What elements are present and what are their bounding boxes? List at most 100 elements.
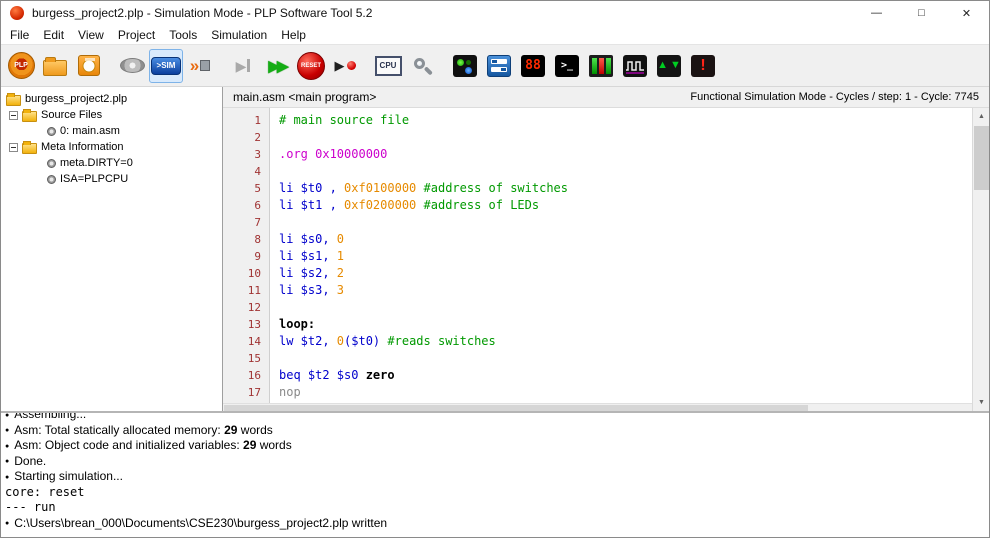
interrupt-button[interactable]: !: [686, 49, 720, 83]
gpio-arrows-icon: ▲▼: [657, 55, 681, 77]
code-line-2[interactable]: 2: [223, 129, 972, 146]
code-line-12[interactable]: 12: [223, 299, 972, 316]
line-number: 14: [223, 333, 269, 350]
switches-button[interactable]: [482, 49, 516, 83]
tree-isa[interactable]: ISA=PLPCPU: [1, 171, 222, 187]
seven-segment-button[interactable]: 88: [516, 49, 550, 83]
code-line-9[interactable]: 9li $s1, 1: [223, 248, 972, 265]
tree-meta-dirty[interactable]: meta.DIRTY=0: [1, 155, 222, 171]
expander-icon[interactable]: [9, 111, 18, 120]
run-icon: ▶▶: [268, 57, 285, 75]
code-text: # main source file: [269, 112, 409, 129]
code-text: li $s2, 2: [269, 265, 344, 282]
main-area: burgess_project2.plpSource Files 0: main.…: [1, 87, 989, 411]
code-text: li $t0 , 0xf0100000 #address of switches: [269, 180, 568, 197]
code-text: .org 0x10000000: [269, 146, 387, 163]
code-line-4[interactable]: 4: [223, 163, 972, 180]
gpio-button[interactable]: ▲▼: [652, 49, 686, 83]
led-bank-button[interactable]: [584, 49, 618, 83]
editor-vertical-scrollbar[interactable]: ▲ ▼: [972, 108, 989, 411]
folder-icon: [22, 111, 37, 122]
tree-main-asm[interactable]: 0: main.asm: [1, 123, 222, 139]
save-project-button[interactable]: [72, 49, 106, 83]
code-line-16[interactable]: 16beq $t2 $s0 zero: [223, 367, 972, 384]
code-line-8[interactable]: 8li $s0, 0: [223, 231, 972, 248]
bullet-icon: ●: [5, 520, 9, 527]
code-text: li $t1 , 0xf0200000 #address of LEDs: [269, 197, 539, 214]
code-line-14[interactable]: 14lw $t2, 0($t0) #reads switches: [223, 333, 972, 350]
scroll-up-icon[interactable]: ▲: [973, 108, 990, 125]
interrupt-icon: !: [691, 55, 715, 77]
simulation-status: Functional Simulation Mode - Cycles / st…: [690, 91, 979, 103]
watcher-window-button[interactable]: [405, 49, 439, 83]
menu-tools[interactable]: Tools: [162, 26, 204, 44]
output-line: ●Starting simulation...: [5, 469, 985, 485]
scrollbar-thumb[interactable]: [974, 126, 989, 190]
menu-edit[interactable]: Edit: [36, 26, 71, 44]
menu-project[interactable]: Project: [111, 26, 162, 44]
code-line-10[interactable]: 10li $s2, 2: [223, 265, 972, 282]
plp-window: burgess_project2.plp - Simulation Mode -…: [0, 0, 990, 538]
output-line: ●C:\Users\brean_000\Documents\CSE230\bur…: [5, 516, 985, 532]
scroll-down-icon[interactable]: ▼: [973, 394, 990, 411]
menu-file[interactable]: File: [3, 26, 36, 44]
bullet-icon: ●: [5, 427, 9, 434]
menu-simulation[interactable]: Simulation: [204, 26, 274, 44]
editor-horizontal-scrollbar[interactable]: [223, 403, 972, 411]
code-text: [269, 299, 279, 316]
step-button[interactable]: ▶: [226, 49, 260, 83]
close-button[interactable]: ✕: [944, 1, 989, 25]
toolbar: PLP>SIM»▶▶▶RESET▶CPU88>_▲▼!: [1, 45, 989, 87]
assemble-button[interactable]: [115, 49, 149, 83]
minimize-button[interactable]: —: [854, 1, 899, 25]
tree-item-label: 0: main.asm: [60, 125, 120, 137]
uart-terminal-button[interactable]: >_: [550, 49, 584, 83]
code-text: [269, 350, 279, 367]
code-line-7[interactable]: 7: [223, 214, 972, 231]
tree-meta-information[interactable]: Meta Information: [1, 139, 222, 155]
led-bank-icon: [589, 55, 613, 77]
output-line: ●Asm: Total statically allocated memory:…: [5, 423, 985, 439]
reset-button[interactable]: RESET: [294, 49, 328, 83]
line-number: 17: [223, 384, 269, 401]
line-number: 4: [223, 163, 269, 180]
code-line-15[interactable]: 15: [223, 350, 972, 367]
bullet-icon: ●: [5, 443, 9, 450]
plp-menu-button[interactable]: PLP: [4, 49, 38, 83]
code-line-17[interactable]: 17nop: [223, 384, 972, 401]
window-title: burgess_project2.plp - Simulation Mode -…: [32, 6, 372, 20]
simulate-button[interactable]: >SIM: [149, 49, 183, 83]
hscrollbar-thumb[interactable]: [224, 405, 808, 411]
code-line-13[interactable]: 13loop:: [223, 316, 972, 333]
tree-item-label: meta.DIRTY=0: [60, 157, 133, 169]
expander-icon[interactable]: [9, 143, 18, 152]
code-line-3[interactable]: 3.org 0x10000000: [223, 146, 972, 163]
program-board-button[interactable]: »: [183, 49, 217, 83]
output-line: ●Asm: Object code and initialized variab…: [5, 438, 985, 454]
menu-view[interactable]: View: [71, 26, 111, 44]
run-continuous-button[interactable]: ▶: [328, 49, 362, 83]
maximize-button[interactable]: □: [899, 1, 944, 25]
line-number: 2: [223, 129, 269, 146]
code-line-5[interactable]: 5li $t0 , 0xf0100000 #address of switche…: [223, 180, 972, 197]
editor-panel: main.asm <main program> Functional Simul…: [223, 87, 989, 411]
tree-root-project[interactable]: burgess_project2.plp: [1, 91, 222, 107]
line-number: 7: [223, 214, 269, 231]
run-button[interactable]: ▶▶: [260, 49, 294, 83]
line-number: 10: [223, 265, 269, 282]
menu-help[interactable]: Help: [274, 26, 313, 44]
line-number: 5: [223, 180, 269, 197]
code-editor[interactable]: 1# main source file23.org 0x1000000045li…: [223, 108, 972, 411]
cpu-icon: CPU: [375, 56, 402, 76]
code-line-11[interactable]: 11li $s3, 3: [223, 282, 972, 299]
tree-item-label: Meta Information: [41, 141, 124, 153]
editor-body: 1# main source file23.org 0x1000000045li…: [223, 108, 989, 411]
open-project-button[interactable]: [38, 49, 72, 83]
code-line-1[interactable]: 1# main source file: [223, 112, 972, 129]
title-bar[interactable]: burgess_project2.plp - Simulation Mode -…: [1, 1, 989, 25]
led-array-button[interactable]: [448, 49, 482, 83]
cpu-view-button[interactable]: CPU: [371, 49, 405, 83]
code-line-6[interactable]: 6li $t1 , 0xf0200000 #address of LEDs: [223, 197, 972, 214]
tree-source-files[interactable]: Source Files: [1, 107, 222, 123]
logic-analyzer-button[interactable]: [618, 49, 652, 83]
